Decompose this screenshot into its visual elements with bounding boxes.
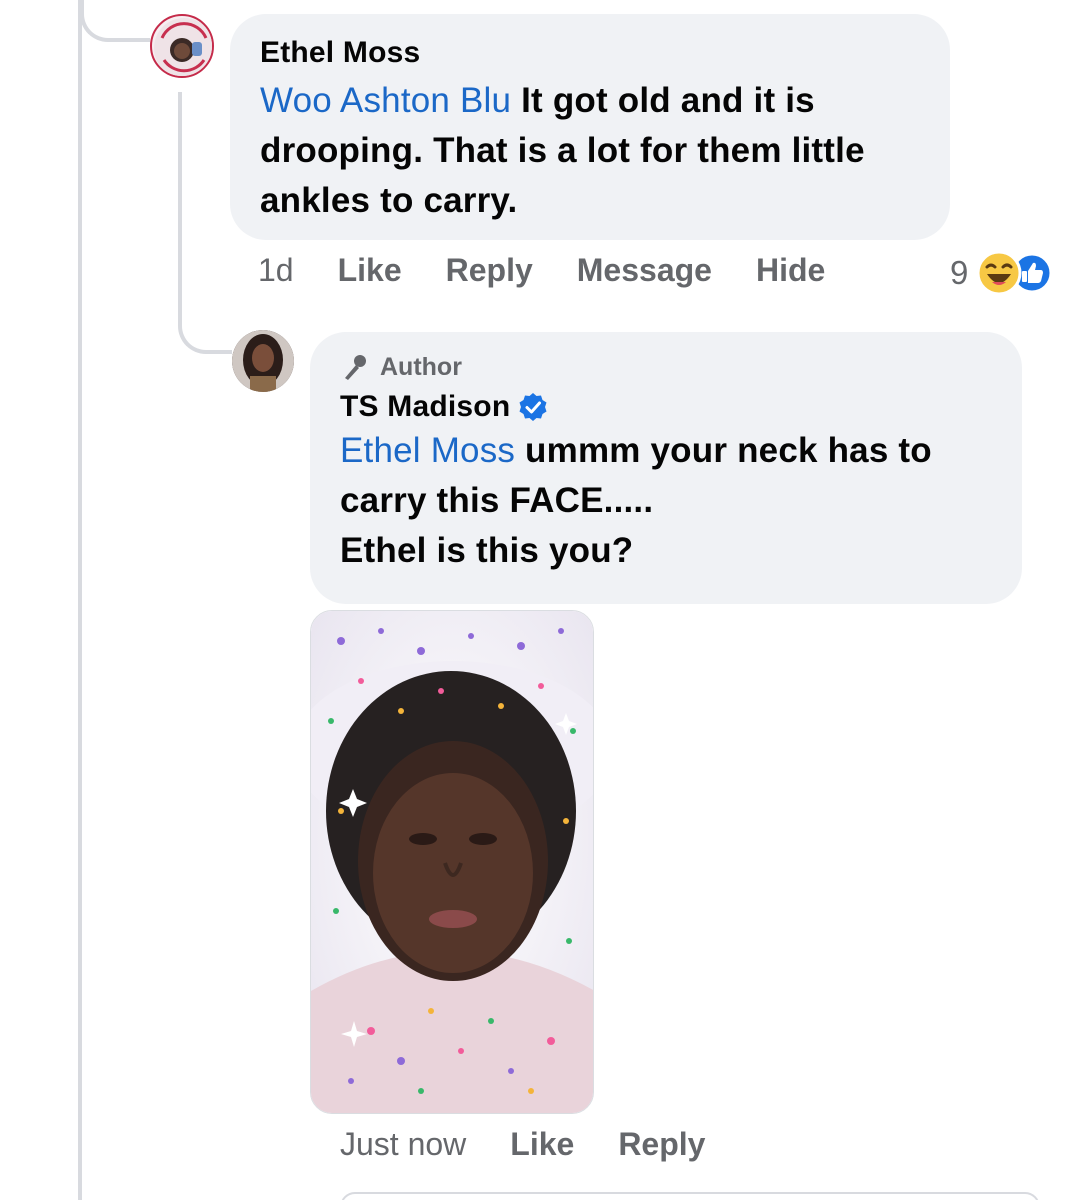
reply-input-edge[interactable]: [340, 1192, 1040, 1200]
thread-line-reply: [178, 92, 182, 292]
like-button[interactable]: Like: [338, 252, 402, 289]
comment-bubble: Ethel Moss Woo Ashton Blu It got old and…: [230, 14, 950, 240]
reply-time[interactable]: Just now: [340, 1126, 466, 1163]
microphone-icon: [345, 355, 366, 380]
reply-button[interactable]: Reply: [446, 252, 533, 289]
comment-time[interactable]: 1d: [258, 252, 294, 289]
mention-link[interactable]: Ethel Moss: [340, 431, 515, 470]
verified-badge-icon: [519, 393, 547, 421]
author-badge-label: Author: [380, 352, 462, 381]
reply-bubble: Author TS Madison Ethel Moss ummm your n…: [310, 332, 1022, 604]
mention-link[interactable]: Woo Ashton Blu: [260, 81, 511, 120]
thread-line-main: [78, 0, 82, 1200]
haha-icon: [976, 250, 1022, 296]
message-button[interactable]: Message: [577, 252, 712, 289]
reply-button[interactable]: Reply: [618, 1126, 705, 1163]
reply-body-line2: Ethel is this you?: [340, 531, 634, 570]
attached-photo[interactable]: [310, 610, 594, 1114]
photo-content: [311, 611, 593, 1113]
avatar[interactable]: [150, 14, 214, 78]
avatar-photo: [232, 330, 294, 392]
reply-author-name[interactable]: TS Madison: [340, 390, 510, 424]
reply-actions: Just now Like Reply: [340, 1126, 749, 1163]
comment-actions: 1d Like Reply Message Hide: [258, 252, 869, 289]
reply-text: Ethel Moss ummm your neck has to carry t…: [340, 426, 992, 576]
avatar-photo: [154, 18, 212, 76]
reply-connector: [178, 290, 232, 354]
comment-text: Woo Ashton Blu It got old and it is droo…: [260, 76, 920, 226]
author-badge: Author: [340, 352, 992, 382]
reaction-summary[interactable]: 9: [950, 250, 1053, 296]
like-button[interactable]: Like: [510, 1126, 574, 1163]
hide-button[interactable]: Hide: [756, 252, 825, 289]
comment-author[interactable]: Ethel Moss: [260, 36, 920, 70]
reply-author[interactable]: TS Madison: [340, 390, 992, 424]
thread-connector: [80, 0, 150, 42]
reaction-count: 9: [950, 254, 969, 291]
avatar[interactable]: [232, 330, 294, 392]
